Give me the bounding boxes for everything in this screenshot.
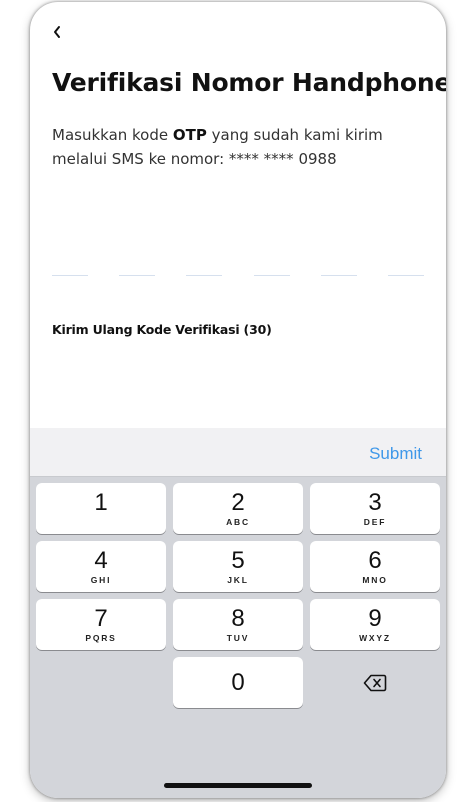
key-3[interactable]: 3 DEF — [310, 483, 440, 534]
key-digit: 1 — [94, 488, 108, 516]
keyboard-area: Submit 1 2 ABC 3 DEF 4 GHI 5 JKL 6 MNO 7… — [30, 428, 446, 798]
key-letters: GHI — [90, 574, 112, 585]
otp-digit-slot[interactable] — [387, 274, 424, 276]
key-4[interactable]: 4 GHI — [36, 541, 166, 592]
key-digit: 9 — [368, 604, 382, 632]
key-letters: JKL — [227, 574, 249, 585]
phone-screen: Verifikasi Nomor Handphone Masukkan kode… — [30, 2, 446, 798]
submit-button[interactable]: Submit — [369, 444, 422, 464]
key-6[interactable]: 6 MNO — [310, 541, 440, 592]
delete-key[interactable] — [310, 657, 440, 708]
instruction-prefix: Masukkan kode — [52, 126, 173, 144]
chevron-left-icon — [54, 26, 60, 38]
key-letters: ABC — [226, 516, 250, 527]
key-letters: MNO — [362, 574, 388, 585]
key-letters: DEF — [363, 516, 387, 527]
key-0[interactable]: 0 — [173, 657, 303, 708]
key-digit: 8 — [231, 604, 245, 632]
key-digit: 4 — [94, 546, 108, 574]
key-digit: 6 — [368, 546, 382, 574]
key-8[interactable]: 8 TUV — [173, 599, 303, 650]
key-1[interactable]: 1 — [36, 483, 166, 534]
instruction-otp-bold: OTP — [172, 126, 207, 144]
backspace-icon — [363, 674, 387, 691]
otp-digit-slot[interactable] — [320, 274, 357, 276]
otp-digit-slot[interactable] — [52, 274, 88, 276]
otp-input-row — [52, 274, 424, 276]
resend-code-link[interactable]: Kirim Ulang Kode Verifikasi (30) — [52, 322, 272, 337]
key-7[interactable]: 7 PQRS — [36, 599, 166, 650]
otp-digit-slot[interactable] — [253, 274, 290, 276]
otp-instruction: Masukkan kode OTP yang sudah kami kirim … — [52, 123, 432, 171]
back-button[interactable] — [52, 22, 62, 42]
key-letters: TUV — [226, 632, 250, 643]
otp-digit-slot[interactable] — [186, 274, 223, 276]
key-letters: PQRS — [85, 632, 117, 643]
otp-digit-slot[interactable] — [119, 274, 156, 276]
key-digit: 7 — [94, 604, 108, 632]
key-letters: WXYZ — [359, 632, 391, 643]
page-title: Verifikasi Nomor Handphone — [52, 68, 446, 97]
key-digit: 0 — [231, 668, 245, 696]
key-digit: 2 — [231, 488, 245, 516]
keyboard-toolbar: Submit — [30, 428, 446, 477]
key-9[interactable]: 9 WXYZ — [310, 599, 440, 650]
key-blank — [36, 657, 166, 708]
key-5[interactable]: 5 JKL — [173, 541, 303, 592]
key-digit: 5 — [231, 546, 245, 574]
key-2[interactable]: 2 ABC — [173, 483, 303, 534]
home-indicator[interactable] — [164, 783, 312, 788]
numeric-keypad: 1 2 ABC 3 DEF 4 GHI 5 JKL 6 MNO 7 PQRS 8… — [36, 483, 440, 708]
key-digit: 3 — [368, 488, 382, 516]
